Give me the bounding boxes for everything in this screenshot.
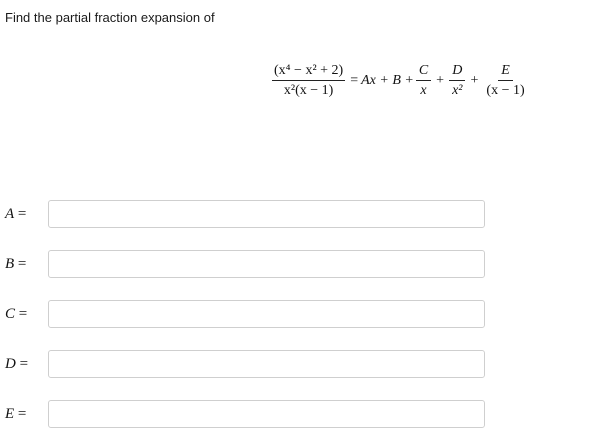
fraction-d-numerator: D — [449, 62, 466, 81]
polynomial-terms: Ax + B + — [361, 72, 414, 88]
answer-input-a[interactable] — [48, 200, 485, 228]
partial-fraction-equation: (x⁴ − x² + 2) x²(x − 1) = Ax + B + C x +… — [270, 62, 530, 99]
answer-input-b[interactable] — [48, 250, 485, 278]
fraction-c-numerator: C — [415, 62, 432, 81]
fraction-e-denominator: (x − 1) — [486, 83, 525, 98]
fraction-c: C x — [415, 62, 432, 99]
answer-row-d: D = — [0, 350, 606, 380]
answer-label-a: A = — [5, 206, 27, 222]
answer-label-c: C = — [5, 306, 28, 322]
plus-sign: + — [470, 72, 479, 88]
lhs-fraction: (x⁴ − x² + 2) x²(x − 1) — [272, 62, 346, 99]
question-prompt: Find the partial fraction expansion of — [5, 10, 215, 25]
fraction-c-denominator: x — [420, 83, 427, 98]
answer-input-d[interactable] — [48, 350, 485, 378]
answer-label-b: B = — [5, 256, 27, 272]
fraction-e: E (x − 1) — [483, 62, 527, 99]
answer-label-e: E = — [5, 406, 27, 422]
answer-row-b: B = — [0, 250, 606, 280]
lhs-numerator: (x⁴ − x² + 2) — [272, 62, 346, 81]
equals-sign: = — [350, 72, 359, 88]
answer-input-e[interactable] — [48, 400, 485, 428]
fraction-d-denominator: x² — [452, 83, 463, 98]
plus-sign: + — [436, 72, 445, 88]
answer-input-c[interactable] — [48, 300, 485, 328]
answer-label-d: D = — [5, 356, 29, 372]
answer-row-a: A = — [0, 200, 606, 230]
fraction-d: D x² — [449, 62, 466, 99]
answer-row-c: C = — [0, 300, 606, 330]
fraction-e-numerator: E — [498, 62, 513, 81]
answer-row-e: E = — [0, 400, 606, 430]
lhs-denominator: x²(x − 1) — [283, 83, 334, 98]
